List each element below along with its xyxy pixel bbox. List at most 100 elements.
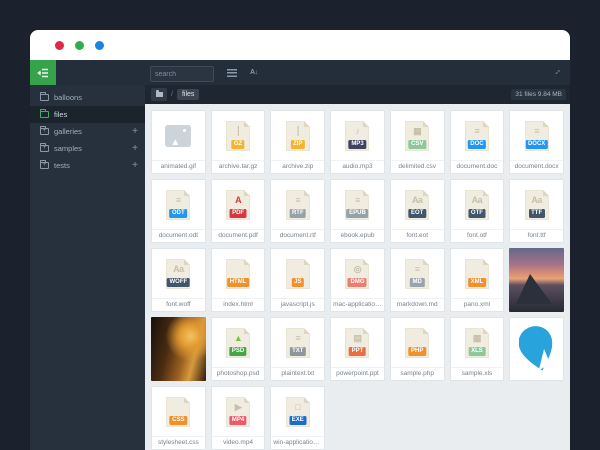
file-tile[interactable]: ▦XLSsample.xls	[450, 317, 505, 381]
file-tile[interactable]: JSjavascript.js	[270, 248, 325, 312]
fullscreen-icon[interactable]: ↔	[550, 64, 563, 77]
window-minimize-button[interactable]	[75, 41, 84, 50]
file-tile[interactable]: ◎DMGmac-application.d...	[330, 248, 385, 312]
photo-tile[interactable]	[151, 317, 206, 381]
file-tile[interactable]: ┆GZarchive.tar.gz	[211, 110, 266, 174]
file-tile[interactable]: ▲PSDphotoshop.psd	[211, 317, 266, 381]
file-icon: ≡ODT	[152, 180, 205, 229]
file-type-badge: MP4	[229, 416, 246, 425]
file-tile[interactable]: PHPsample.php	[390, 317, 445, 381]
file-icon: ≡DOC	[451, 111, 504, 160]
breadcrumb-root-folder[interactable]	[151, 88, 167, 101]
sidebar-item-label: tests	[54, 161, 70, 170]
file-name: document.pdf	[212, 229, 265, 242]
file-tile[interactable]: APDFdocument.pdf	[211, 179, 266, 243]
folder-icon	[156, 92, 163, 97]
file-tile[interactable]: AaWOFFfont.woff	[151, 248, 206, 312]
search-input[interactable]	[150, 66, 214, 82]
file-icon: □EXE	[271, 387, 324, 436]
file-tile[interactable]: ≡TXTplaintext.txt	[270, 317, 325, 381]
file-tile[interactable]: ┆ZIParchive.zip	[270, 110, 325, 174]
file-type-badge: DOC	[468, 140, 486, 149]
file-tile[interactable]: ≡ODTdocument.odt	[151, 179, 206, 243]
photo-tile[interactable]	[509, 248, 564, 312]
file-name: audio.mp3	[331, 160, 384, 173]
file-name: markdown.md	[391, 298, 444, 311]
sidebar-item-label: galleries	[54, 127, 82, 136]
expand-plus-button[interactable]: +	[132, 144, 138, 154]
file-tile[interactable]: ▶MP4video.mp4	[211, 386, 266, 450]
file-tile[interactable]: animated.gif	[151, 110, 206, 174]
list-view-icon[interactable]	[227, 69, 237, 77]
file-tile[interactable]: ≡EPUBebook.epub	[330, 179, 385, 243]
toolbar: A↓ ↔	[30, 60, 570, 85]
file-name: font.woff	[152, 298, 205, 311]
file-manager-app: A↓ ↔ balloonsfilesgalleries+samples+test…	[30, 60, 570, 450]
file-tile[interactable]: HTMLindex.html	[211, 248, 266, 312]
file-type-badge: MD	[410, 278, 424, 287]
file-type-badge: TXT	[290, 347, 306, 356]
file-name: stylesheet.css	[152, 436, 205, 449]
file-name: delimited.csv	[391, 160, 444, 173]
file-name: mac-application.d...	[331, 298, 384, 311]
file-tile[interactable]: AaOTFfont.otf	[450, 179, 505, 243]
file-tile[interactable]: ▤PPTpowerpoint.ppt	[330, 317, 385, 381]
file-icon: ┆ZIP	[271, 111, 324, 160]
sidebar-item-balloons[interactable]: balloons	[30, 89, 145, 106]
sidebar-item-tests[interactable]: tests +	[30, 157, 145, 174]
sidebar: balloonsfilesgalleries+samples+tests+	[30, 85, 145, 450]
window-maximize-button[interactable]	[95, 41, 104, 50]
file-type-badge: OTF	[468, 209, 485, 218]
file-tile[interactable]: XMLpano.xml	[450, 248, 505, 312]
file-type-badge: GZ	[231, 140, 244, 149]
vector-tile[interactable]	[509, 317, 564, 381]
file-tile[interactable]: ≡DOCdocument.doc	[450, 110, 505, 174]
file-icon: HTML	[212, 249, 265, 298]
file-tile[interactable]: ≡DOCXdocument.docx	[509, 110, 564, 174]
expand-plus-button[interactable]: +	[132, 127, 138, 137]
window-close-button[interactable]	[55, 41, 64, 50]
file-name: animated.gif	[152, 160, 205, 173]
file-tile[interactable]: □EXEwin-application.exe	[270, 386, 325, 450]
photo-thumbnail	[151, 317, 206, 381]
sort-alpha-icon[interactable]: A↓	[250, 69, 258, 76]
file-icon: AaWOFF	[152, 249, 205, 298]
file-type-badge: PHP	[409, 347, 426, 356]
search-container	[150, 63, 214, 83]
file-tile[interactable]: AaEOTfont.eot	[390, 179, 445, 243]
expand-plus-button[interactable]: +	[132, 161, 138, 171]
file-icon: JS	[271, 249, 324, 298]
content-column: / files 31 files 9.84 MB animated.gif ┆GZ…	[145, 85, 570, 450]
file-icon: ≡MD	[391, 249, 444, 298]
file-icon: ≡EPUB	[331, 180, 384, 229]
file-icon: ♪MP3	[331, 111, 384, 160]
file-type-badge: EPUB	[347, 209, 369, 218]
breadcrumb-current[interactable]: files	[177, 89, 199, 100]
sidebar-collapse-icon	[37, 68, 49, 78]
file-tile[interactable]: CSSstylesheet.css	[151, 386, 206, 450]
file-type-badge: JS	[292, 278, 304, 287]
sidebar-item-files[interactable]: files	[30, 106, 145, 123]
breadcrumb-bar: / files 31 files 9.84 MB	[145, 85, 570, 104]
photo-thumbnail	[509, 248, 564, 312]
sidebar-item-samples[interactable]: samples+	[30, 140, 145, 157]
file-name: plaintext.txt	[271, 367, 324, 380]
file-type-badge: WOFF	[167, 278, 190, 287]
file-type-badge: ZIP	[291, 140, 305, 149]
sidebar-item-galleries[interactable]: galleries +	[30, 123, 145, 140]
file-tile[interactable]: ≡MDmarkdown.md	[390, 248, 445, 312]
vector-preview-icon	[510, 318, 563, 380]
file-type-badge: DOCX	[525, 140, 547, 149]
status-files-size: 31 files 9.84 MB	[511, 89, 566, 100]
file-icon: ◎DMG	[331, 249, 384, 298]
file-name: font.ttf	[510, 229, 563, 242]
file-name: font.eot	[391, 229, 444, 242]
file-type-badge: ODT	[170, 209, 188, 218]
file-tile[interactable]: AaTTFfont.ttf	[509, 179, 564, 243]
sidebar-toggle-button[interactable]	[30, 60, 56, 85]
file-icon: ▦CSV	[391, 111, 444, 160]
file-tile[interactable]: ≡RTFdocument.rtf	[270, 179, 325, 243]
list-bars-icon	[227, 69, 237, 77]
file-tile[interactable]: ▦CSVdelimited.csv	[390, 110, 445, 174]
file-tile[interactable]: ♪MP3audio.mp3	[330, 110, 385, 174]
